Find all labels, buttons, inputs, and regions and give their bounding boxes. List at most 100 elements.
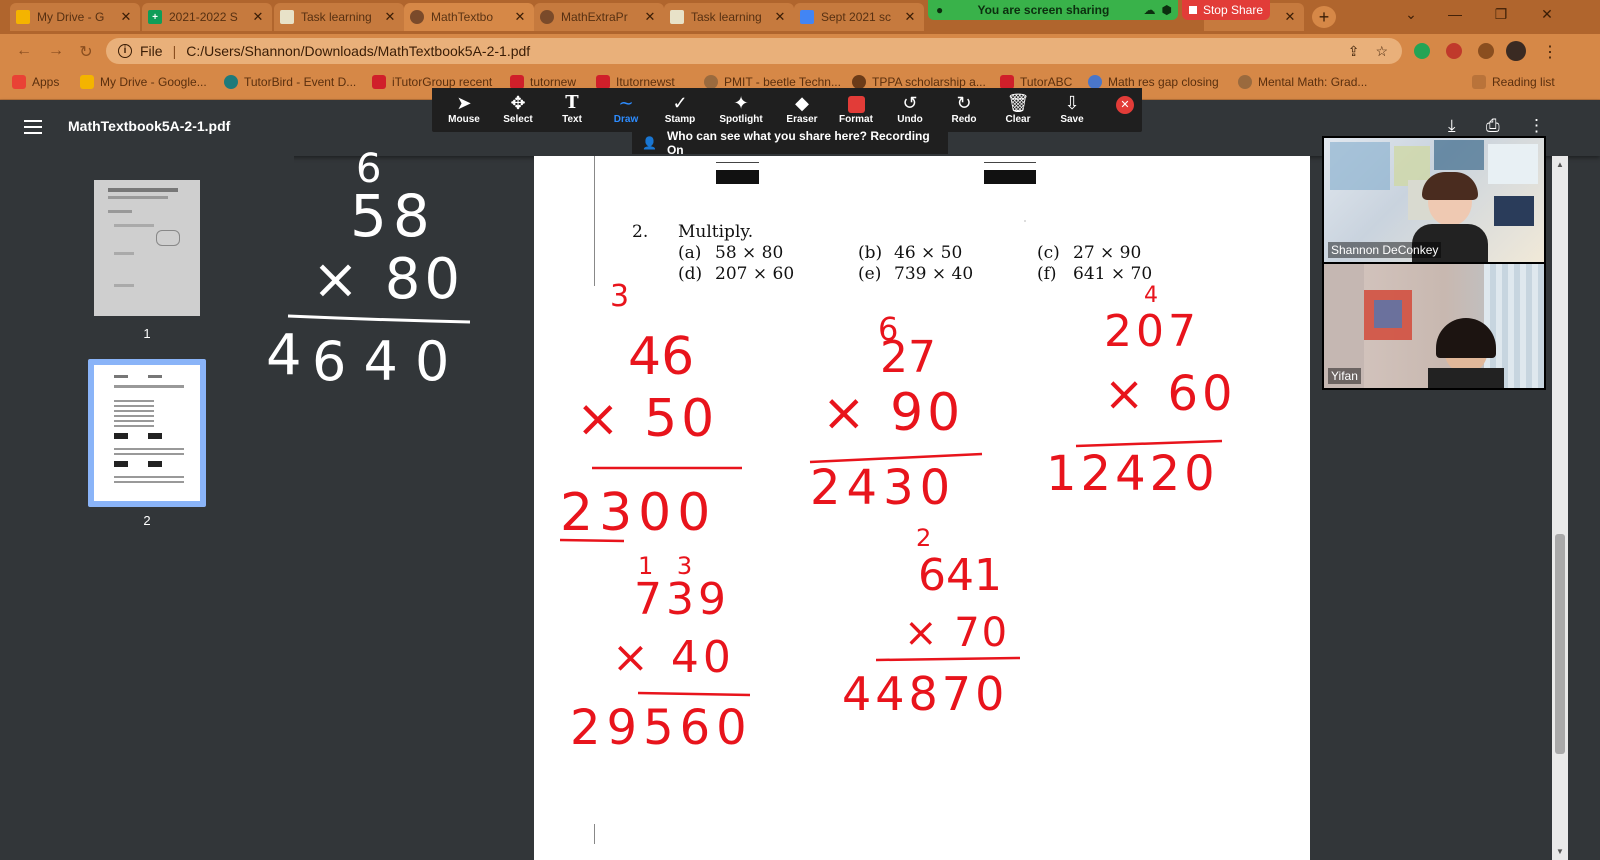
globe-icon [540, 10, 554, 24]
bookmark-tppa[interactable]: TPPA scholarship a... [852, 75, 986, 89]
video-tile-yifan[interactable]: Yifan [1324, 264, 1544, 388]
puzzle-icon[interactable] [1478, 43, 1494, 59]
tab-my-drive[interactable]: My Drive - G ✕ [10, 3, 140, 31]
reading-list[interactable]: Reading list [1472, 75, 1555, 89]
bookmark-mental-math[interactable]: Mental Math: Grad... [1238, 75, 1367, 89]
problem-expression: 739 × 40 [894, 264, 974, 284]
participant-name: Shannon DeConkey [1328, 242, 1442, 258]
problem-expression: 207 × 60 [715, 264, 795, 284]
tab-sheet[interactable]: + 2021-2022 S ✕ [142, 3, 272, 31]
pdf-title: MathTextbook5A-2-1.pdf [68, 118, 231, 134]
scrollbar-thumb[interactable] [1555, 534, 1565, 754]
stop-icon [1188, 6, 1197, 14]
page-scrollbar[interactable]: ▲ ▼ [1552, 156, 1568, 860]
tab-close-icon[interactable]: ✕ [382, 9, 398, 25]
page-thumbnail-1[interactable] [94, 180, 200, 316]
tab-close-icon[interactable]: ✕ [118, 9, 134, 25]
tool-clear[interactable]: 🗑 Clear [991, 92, 1045, 125]
globe-icon [704, 75, 718, 89]
tab-task-learning-2[interactable]: Task learning ✕ [664, 3, 794, 31]
bookmark-itutorgroup[interactable]: iTutorGroup recent [372, 75, 492, 89]
extension-icon[interactable] [1414, 43, 1430, 59]
tool-stamp[interactable]: ✓ Stamp [653, 92, 707, 125]
pdf-page: 2. Multiply. (a) 58 × 80 (b) 46 × 50 (c)… [534, 156, 1310, 860]
bookmark-my-drive[interactable]: My Drive - Google... [80, 75, 207, 89]
scroll-up-icon[interactable]: ▲ [1556, 160, 1564, 169]
trash-icon: 🗑 [1006, 93, 1030, 113]
problem-tag: (b) [858, 243, 883, 263]
tab-close-icon[interactable]: ✕ [1282, 9, 1298, 25]
restore-button[interactable]: ❐ [1486, 6, 1516, 23]
format-icon [829, 92, 883, 114]
problem-expression: 641 × 70 [1073, 264, 1153, 284]
tool-undo[interactable]: ↺ Undo [883, 92, 937, 125]
tab-math-textbook[interactable]: MathTextbo ✕ [404, 3, 534, 31]
tool-eraser[interactable]: ◆ Eraser [775, 92, 829, 125]
text-icon: T [565, 92, 579, 113]
tool-select[interactable]: ✥ Select [491, 92, 545, 125]
tool-draw[interactable]: ∼ Draw [599, 92, 653, 125]
address-bar[interactable]: i File | C:/Users/Shannon/Downloads/Math… [106, 38, 1402, 64]
tool-spotlight[interactable]: ✦ Spotlight [714, 92, 768, 125]
bookmark-tutorabc[interactable]: TutorABC [1000, 75, 1072, 89]
close-annotation-button[interactable]: ✕ [1116, 96, 1134, 114]
bookmark-star-icon[interactable]: ☆ [1375, 43, 1388, 60]
page-margin-line [594, 156, 595, 286]
minimize-button[interactable]: — [1440, 6, 1470, 22]
bookmark-itutornewst[interactable]: Itutornewst [596, 75, 675, 89]
tab-close-icon[interactable]: ✕ [772, 9, 788, 25]
save-icon: ⇩ [1064, 93, 1080, 113]
tool-text[interactable]: T Text [545, 92, 599, 125]
bookmark-tutorbird[interactable]: TutorBird - Event D... [224, 75, 356, 89]
ublock-icon[interactable] [1446, 43, 1462, 59]
back-icon[interactable]: ← [14, 42, 34, 60]
more-options-icon[interactable]: ⋮ [1528, 116, 1545, 136]
video-tile-shannon[interactable]: Shannon DeConkey [1324, 138, 1544, 262]
tool-save[interactable]: ⇩ Save [1045, 92, 1099, 125]
tab-label: MathExtraPr [561, 10, 628, 24]
new-tab-button[interactable]: + [1312, 6, 1336, 28]
page-thumbnail-2[interactable] [94, 365, 200, 501]
tab-math-extra[interactable]: MathExtraPr ✕ [534, 3, 664, 31]
stop-share-button[interactable]: Stop Share [1182, 0, 1270, 20]
google-docs-icon [800, 10, 814, 24]
white-top-number: 58 [350, 182, 436, 250]
bookmark-apps[interactable]: Apps [12, 75, 59, 89]
spotlight-icon: ✦ [733, 93, 749, 113]
share-icon[interactable]: ⇪ [1348, 43, 1360, 60]
print-icon[interactable]: ⎙ [1486, 116, 1500, 136]
video-gallery: Shannon DeConkey Yifan [1322, 136, 1546, 390]
sidebar-menu-icon[interactable] [24, 120, 42, 134]
cloud-icon: ☁ [1143, 3, 1156, 17]
thumbnail-sidebar: 1 2 [0, 156, 294, 860]
download-icon[interactable]: ⤓ [1448, 116, 1456, 136]
bookmark-math-res[interactable]: Math res gap closing [1088, 75, 1219, 89]
scroll-down-icon[interactable]: ▼ [1556, 847, 1564, 856]
tab-close-icon[interactable]: ✕ [512, 9, 528, 25]
globe-icon [410, 10, 424, 24]
forward-icon[interactable]: → [46, 42, 66, 60]
tool-redo[interactable]: ↻ Redo [937, 92, 991, 125]
tab-search-icon[interactable]: ⌄ [1396, 6, 1426, 23]
recording-notice[interactable]: 👤 Who can see what you share here? Recor… [632, 129, 948, 157]
participant-name: Yifan [1328, 368, 1361, 384]
reload-icon[interactable]: ↻ [76, 42, 96, 62]
screen-sharing-status: You are screen sharing [977, 3, 1110, 17]
screen-sharing-banner[interactable]: ● You are screen sharing ☁ ⬢ [928, 0, 1178, 20]
tool-format[interactable]: Format [829, 92, 883, 125]
info-icon[interactable]: i [118, 44, 132, 58]
tool-mouse[interactable]: ➤ Mouse [437, 92, 491, 125]
tab-close-icon[interactable]: ✕ [902, 9, 918, 25]
bookmark-pmit[interactable]: PMIT - beetle Techn... [704, 75, 841, 89]
tab-sept-2021[interactable]: Sept 2021 sc ✕ [794, 3, 924, 31]
tab-close-icon[interactable]: ✕ [250, 9, 266, 25]
google-drive-icon [16, 10, 30, 24]
profile-avatar[interactable] [1506, 41, 1526, 61]
tab-close-icon[interactable]: ✕ [642, 9, 658, 25]
tab-label: My Drive - G [37, 10, 105, 24]
close-window-button[interactable]: ✕ [1532, 6, 1562, 23]
menu-icon[interactable]: ⋮ [1540, 42, 1560, 62]
tab-task-learning[interactable]: Task learning ✕ [274, 3, 404, 31]
bookmark-tutornew[interactable]: tutornew [510, 75, 576, 89]
browser-toolbar: ← → ↻ i File | C:/Users/Shannon/Download… [0, 34, 1600, 68]
